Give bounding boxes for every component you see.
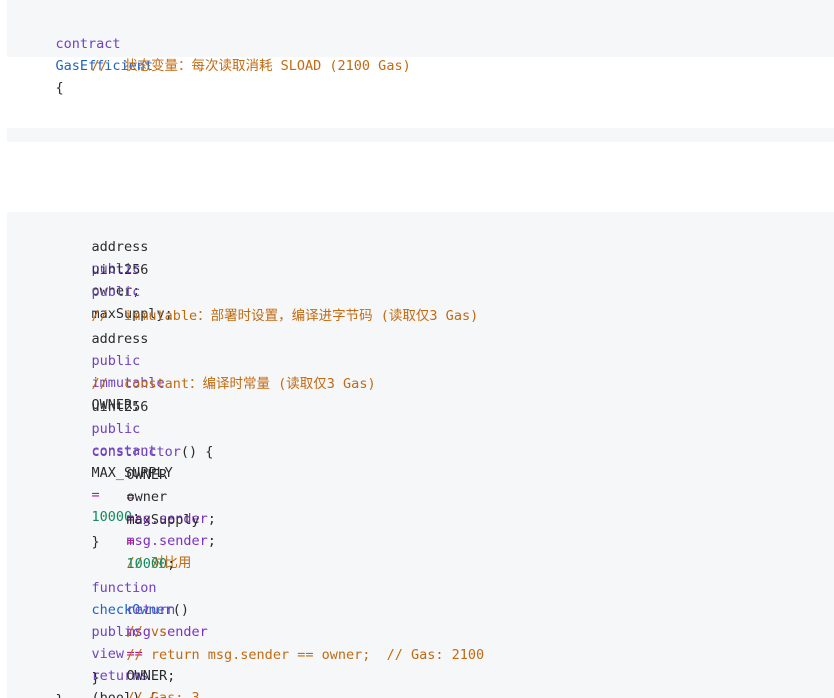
comment-return-owner-gas: // return msg.sender == owner; // Gas: 2… [126, 647, 485, 663]
comment-state-variable: // 状态变量：每次读取消耗 SLOAD (2100 Gas) [91, 58, 411, 74]
code-line-assign-maxsupply: maxSupply = 10000; [94, 487, 200, 572]
code-line-contract-declaration: contract GasEfficient { [23, 11, 154, 96]
code-block-middle [7, 128, 834, 142]
code-line-assign-owner: owner = msg.sender; // 对比用 [94, 464, 216, 571]
code-line-address-owner: address public owner; [59, 214, 149, 299]
operator-assign: = [126, 534, 135, 550]
code-line-function-checkowner: function checkOwner() public view return… [59, 555, 189, 698]
semicolon: ; [207, 511, 216, 527]
code-line-comment-return-owner: // return msg.sender == owner; // Gas: 2… [94, 622, 485, 663]
code-block-bottom: address public owner; uint256 public max… [7, 212, 834, 698]
close-brace: } [91, 670, 100, 686]
code-line-comment-constant: // constant：编译时常量 (读取仅3 Gas) [59, 351, 376, 392]
code-line-return-owner: return msg.sender == OWNER; // Gas: 3 [94, 577, 208, 698]
code-block-top: contract GasEfficient { // 状态变量：每次读取消耗 S… [7, 0, 834, 96]
comment-gas-3: // Gas: 3 [126, 690, 200, 698]
semicolon: ; [207, 533, 216, 549]
code-line-comment-immutable: // immutable：部署时设置，编译进字节码 (读取仅3 Gas) [59, 283, 479, 324]
close-brace: } [91, 534, 100, 550]
rhs-msg-sender: msg.sender [126, 533, 208, 549]
var-OWNER: OWNER; [126, 668, 176, 684]
code-line-constructor: constructor() { [59, 419, 214, 460]
code-line-close-contract: } [23, 667, 64, 698]
code-line-close-constructor: } [59, 509, 100, 550]
code-line-address-immutable-owner: address public immutable OWNER; [59, 306, 165, 413]
code-line-comment-vs: // vs [94, 599, 168, 640]
code-line-close-function: } [59, 645, 100, 686]
code-line-uint-maxsupply: uint256 public maxSupply; [59, 237, 173, 322]
type-uint256: uint256 [91, 399, 149, 415]
code-line-assign-OWNER: OWNER = msg.sender; [94, 442, 216, 527]
lhs-maxsupply: maxSupply [126, 512, 200, 528]
type-uint256: uint256 [91, 262, 149, 278]
code-line-uint-constant: uint256 public constant MAX_SUPPLY = 100… [59, 374, 173, 525]
type-address: address [91, 331, 149, 347]
code-line-comment-state-variable: // 状态变量：每次读取消耗 SLOAD (2100 Gas) [59, 33, 411, 74]
close-brace: } [56, 692, 64, 698]
